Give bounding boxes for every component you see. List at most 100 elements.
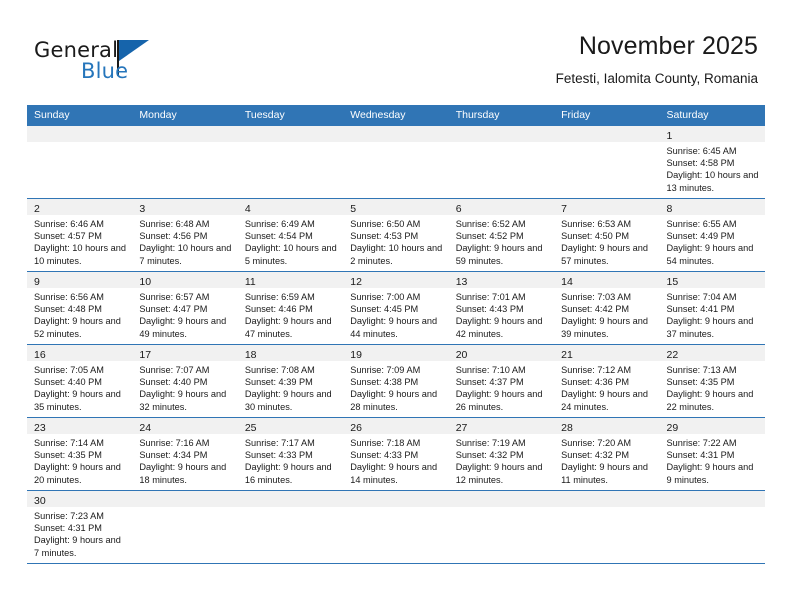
- day-number-band: 27: [448, 418, 555, 434]
- daylight-text: Daylight: 9 hours and 16 minutes.: [244, 462, 332, 485]
- calendar-day-cell[interactable]: 26 Sunrise: 7:18 AM Sunset: 4:33 PM Dayligh…: [343, 418, 449, 490]
- calendar-day-cell[interactable]: 6 Sunrise: 6:52 AM Sunset: 4:52 PM Daylight…: [448, 199, 555, 271]
- day-number: 22: [666, 349, 679, 361]
- day-number-band: 26: [343, 418, 449, 434]
- sunrise-text: Sunrise: 6:56 AM: [34, 292, 104, 302]
- day-number-band: 22: [659, 345, 765, 361]
- weekday-thursday: Thursday: [455, 109, 500, 121]
- sunset-text: Sunset: 4:40 PM: [34, 377, 102, 388]
- calendar-day-empty: [343, 126, 449, 198]
- calendar-day-cell[interactable]: 18 Sunrise: 7:08 AM Sunset: 4:39 PM Dayligh…: [237, 345, 344, 417]
- daylight-text: Daylight: 9 hours and 49 minutes.: [139, 316, 227, 339]
- calendar-day-cell[interactable]: 1 Sunrise: 6:45 AM Sunset: 4:58 PM Daylight…: [659, 126, 765, 198]
- calendar-day-cell[interactable]: 23 Sunrise: 7:14 AM Sunset: 4:35 PM Dayligh…: [27, 418, 133, 490]
- calendar-day-cell[interactable]: 28 Sunrise: 7:20 AM Sunset: 4:32 PM Dayligh…: [554, 418, 660, 490]
- sunrise-text: Sunrise: 7:17 AM: [244, 438, 315, 448]
- calendar-day-cell[interactable]: 3 Sunrise: 6:48 AM Sunset: 4:56 PM Daylight…: [132, 199, 238, 271]
- daylight-text: Daylight: 9 hours and 57 minutes.: [561, 243, 648, 266]
- weekday-header-row: Sunday Monday Tuesday Wednesday Thursday…: [27, 105, 765, 126]
- day-number: 9: [34, 276, 40, 288]
- day-sun-info: Sunrise: 7:09 AM Sunset: 4:38 PM Daylight:…: [343, 361, 448, 417]
- calendar-day-empty: [343, 491, 449, 563]
- sunrise-text: Sunrise: 7:19 AM: [455, 438, 526, 448]
- calendar-day-empty: [132, 126, 238, 198]
- calendar-day-cell[interactable]: 15 Sunrise: 7:04 AM Sunset: 4:41 PM Dayligh…: [659, 272, 765, 344]
- sunset-text: Sunset: 4:48 PM: [34, 304, 102, 315]
- calendar-day-cell[interactable]: 5 Sunrise: 6:50 AM Sunset: 4:53 PM Daylight…: [343, 199, 449, 271]
- sunset-text: Sunset: 4:49 PM: [666, 231, 735, 242]
- day-sun-info: Sunrise: 6:52 AM Sunset: 4:52 PM Daylight:…: [449, 215, 554, 271]
- calendar-day-cell[interactable]: 16 Sunrise: 7:05 AM Sunset: 4:40 PM Dayligh…: [27, 345, 133, 417]
- sunrise-text: Sunrise: 6:45 AM: [666, 146, 737, 156]
- calendar-day-cell[interactable]: 30 Sunrise: 7:23 AM Sunset: 4:31 PM Dayligh…: [27, 491, 133, 563]
- sunrise-text: Sunrise: 6:52 AM: [455, 219, 526, 229]
- calendar-day-cell[interactable]: 11 Sunrise: 6:59 AM Sunset: 4:46 PM Dayligh…: [237, 272, 344, 344]
- sunset-text: Sunset: 4:41 PM: [666, 304, 735, 315]
- sunset-text: Sunset: 4:45 PM: [350, 304, 419, 315]
- sunrise-text: Sunrise: 7:09 AM: [350, 365, 421, 375]
- calendar-day-cell[interactable]: 7 Sunrise: 6:53 AM Sunset: 4:50 PM Daylight…: [554, 199, 660, 271]
- calendar-day-cell[interactable]: 2 Sunrise: 6:46 AM Sunset: 4:57 PM Daylight…: [27, 199, 133, 271]
- day-sun-info: Sunrise: 7:10 AM Sunset: 4:37 PM Daylight:…: [449, 361, 554, 417]
- day-number-band: 9: [27, 272, 133, 288]
- daylight-text: Daylight: 9 hours and 30 minutes.: [244, 389, 332, 412]
- day-sun-info: Sunrise: 7:04 AM Sunset: 4:41 PM Daylight:…: [660, 288, 765, 344]
- day-number: 20: [455, 349, 468, 361]
- day-number-band: [132, 491, 238, 507]
- sunset-text: Sunset: 4:46 PM: [244, 304, 313, 315]
- day-number-band: [448, 126, 555, 142]
- daylight-text: Daylight: 9 hours and 24 minutes.: [561, 389, 648, 412]
- calendar-day-cell[interactable]: 4 Sunrise: 6:49 AM Sunset: 4:54 PM Daylight…: [237, 199, 344, 271]
- weekday-saturday: Saturday: [666, 109, 709, 121]
- calendar-day-cell[interactable]: 12 Sunrise: 7:00 AM Sunset: 4:45 PM Dayligh…: [343, 272, 449, 344]
- day-sun-info: Sunrise: 6:46 AM Sunset: 4:57 PM Daylight:…: [27, 215, 132, 271]
- calendar-day-cell[interactable]: 22 Sunrise: 7:13 AM Sunset: 4:35 PM Dayligh…: [659, 345, 765, 417]
- calendar-day-cell[interactable]: 10 Sunrise: 6:57 AM Sunset: 4:47 PM Dayligh…: [132, 272, 238, 344]
- sunrise-text: Sunrise: 6:57 AM: [139, 292, 210, 302]
- calendar-day-cell[interactable]: 14 Sunrise: 7:03 AM Sunset: 4:42 PM Dayligh…: [554, 272, 660, 344]
- daylight-text: Daylight: 9 hours and 9 minutes.: [666, 462, 754, 485]
- daylight-text: Daylight: 9 hours and 39 minutes.: [561, 316, 648, 339]
- calendar-day-cell[interactable]: 21 Sunrise: 7:12 AM Sunset: 4:36 PM Dayligh…: [554, 345, 660, 417]
- day-number-band: 18: [237, 345, 344, 361]
- day-number-band: 16: [27, 345, 133, 361]
- day-sun-info: Sunrise: 6:49 AM Sunset: 4:54 PM Daylight:…: [238, 215, 343, 271]
- day-number-band: [448, 491, 555, 507]
- calendar-day-cell[interactable]: 17 Sunrise: 7:07 AM Sunset: 4:40 PM Dayligh…: [132, 345, 238, 417]
- calendar-day-cell[interactable]: 24 Sunrise: 7:16 AM Sunset: 4:34 PM Dayligh…: [132, 418, 238, 490]
- day-number: 6: [455, 203, 462, 215]
- sunset-text: Sunset: 4:37 PM: [455, 377, 524, 388]
- calendar-day-cell[interactable]: 8 Sunrise: 6:55 AM Sunset: 4:49 PM Daylight…: [659, 199, 765, 271]
- day-number-band: 23: [27, 418, 133, 434]
- sunrise-text: Sunrise: 7:03 AM: [561, 292, 632, 302]
- day-sun-info: Sunrise: 7:03 AM Sunset: 4:42 PM Daylight:…: [554, 288, 659, 344]
- weekday-monday: Monday: [139, 109, 177, 121]
- sunrise-text: Sunrise: 6:48 AM: [139, 219, 210, 229]
- day-number: 2: [34, 203, 40, 215]
- day-number-band: 20: [448, 345, 555, 361]
- sunrise-text: Sunrise: 7:13 AM: [666, 365, 737, 375]
- sunset-text: Sunset: 4:50 PM: [561, 231, 630, 242]
- weekday-sunday: Sunday: [34, 109, 70, 121]
- sunset-text: Sunset: 4:52 PM: [455, 231, 524, 242]
- sunset-text: Sunset: 4:38 PM: [350, 377, 419, 388]
- brand-logo[interactable]: General Blue: [34, 38, 214, 90]
- day-number-band: 6: [448, 199, 555, 215]
- calendar-day-cell[interactable]: 13 Sunrise: 7:01 AM Sunset: 4:43 PM Dayligh…: [448, 272, 555, 344]
- day-sun-info: Sunrise: 6:45 AM Sunset: 4:58 PM Daylight:…: [660, 142, 765, 198]
- sunrise-text: Sunrise: 6:50 AM: [350, 219, 421, 229]
- day-sun-info: Sunrise: 6:53 AM Sunset: 4:50 PM Daylight:…: [554, 215, 659, 271]
- day-sun-info: Sunrise: 7:23 AM Sunset: 4:31 PM Daylight:…: [27, 507, 132, 563]
- calendar-day-cell[interactable]: 19 Sunrise: 7:09 AM Sunset: 4:38 PM Dayligh…: [343, 345, 449, 417]
- calendar-day-cell[interactable]: 20 Sunrise: 7:10 AM Sunset: 4:37 PM Dayligh…: [448, 345, 555, 417]
- calendar-day-cell[interactable]: 27 Sunrise: 7:19 AM Sunset: 4:32 PM Dayligh…: [448, 418, 555, 490]
- calendar-week-row: 1 Sunrise: 6:45 AM Sunset: 4:58 PM Daylight…: [27, 126, 765, 199]
- daylight-text: Daylight: 10 hours and 2 minutes.: [350, 243, 443, 266]
- daylight-text: Daylight: 9 hours and 32 minutes.: [139, 389, 227, 412]
- calendar-day-cell[interactable]: 29 Sunrise: 7:22 AM Sunset: 4:31 PM Dayligh…: [659, 418, 765, 490]
- day-number: 30: [34, 495, 46, 507]
- calendar-day-cell[interactable]: 25 Sunrise: 7:17 AM Sunset: 4:33 PM Dayligh…: [237, 418, 344, 490]
- calendar-day-cell[interactable]: 9 Sunrise: 6:56 AM Sunset: 4:48 PM Daylight…: [27, 272, 133, 344]
- calendar-day-empty: [448, 126, 555, 198]
- day-number-band: 14: [554, 272, 660, 288]
